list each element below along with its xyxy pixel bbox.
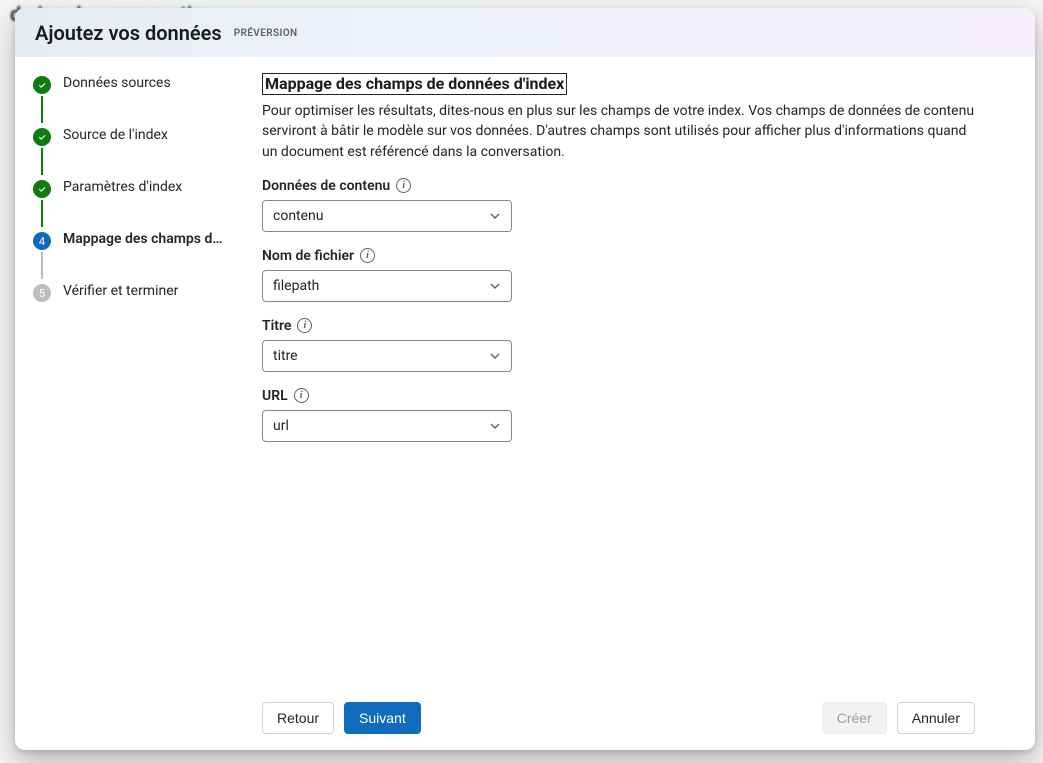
wizard-steps: Données sources Source de l'index <box>15 57 262 750</box>
url-label: URL i <box>262 388 1003 404</box>
dialog-header: Ajoutez vos données PRÉVERSION <box>15 8 1035 57</box>
filename-label: Nom de fichier i <box>262 248 1003 264</box>
checkmark-icon <box>33 128 51 146</box>
title-select[interactable]: titre <box>262 340 512 372</box>
section-description: Pour optimiser les résultats, dites-nous… <box>262 101 982 162</box>
chevron-down-icon <box>489 420 501 432</box>
info-icon[interactable]: i <box>396 178 411 193</box>
step-index-params[interactable]: Paramètres d'index <box>33 179 252 203</box>
checkmark-icon <box>33 76 51 94</box>
next-button[interactable]: Suivant <box>344 702 421 734</box>
content-data-select[interactable]: contenu <box>262 200 512 232</box>
filename-select[interactable]: filepath <box>262 270 512 302</box>
dialog-body: Données sources Source de l'index <box>15 57 1035 750</box>
step-review-finish[interactable]: 5 Vérifier et terminer <box>33 283 252 307</box>
chevron-down-icon <box>489 350 501 362</box>
current-step-icon: 4 <box>33 232 51 250</box>
dialog-content: Mappage des champs de données d'index Po… <box>262 57 1035 750</box>
info-icon[interactable]: i <box>294 388 309 403</box>
checkmark-icon <box>33 180 51 198</box>
title-label: Titre i <box>262 318 1003 334</box>
chevron-down-icon <box>489 210 501 222</box>
back-button[interactable]: Retour <box>262 702 334 734</box>
dialog-footer: Retour Suivant Créer Annuler <box>262 688 1005 750</box>
info-icon[interactable]: i <box>297 318 312 333</box>
create-button: Créer <box>822 702 887 734</box>
url-select[interactable]: url <box>262 410 512 442</box>
step-field-mapping[interactable]: 4 Mappage des champs d… <box>33 231 252 255</box>
step-data-source[interactable]: Données sources <box>33 75 252 99</box>
section-title: Mappage des champs de données d'index <box>262 73 567 95</box>
info-icon[interactable]: i <box>360 248 375 263</box>
step-index-source[interactable]: Source de l'index <box>33 127 252 151</box>
preview-badge: PRÉVERSION <box>234 27 298 39</box>
cancel-button[interactable]: Annuler <box>897 702 975 734</box>
add-your-data-dialog: Ajoutez vos données PRÉVERSION Données s… <box>15 8 1035 750</box>
dialog-title: Ajoutez vos données <box>35 21 222 45</box>
chevron-down-icon <box>489 280 501 292</box>
future-step-icon: 5 <box>33 284 51 302</box>
content-data-label: Données de contenu i <box>262 178 1003 194</box>
